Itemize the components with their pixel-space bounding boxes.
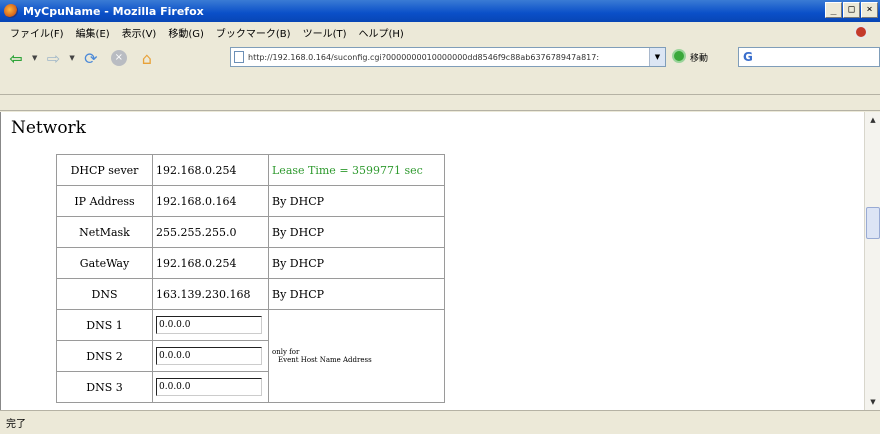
menu-view[interactable]: 表示(V) [116, 25, 163, 40]
window-titlebar: MyCpuName - Mozilla Firefox _ □ × [0, 0, 880, 22]
row-value: 192.168.0.254 [152, 154, 269, 186]
row-label: DNS [56, 278, 153, 310]
back-dropdown-icon[interactable]: ▼ [32, 54, 37, 62]
vertical-scrollbar[interactable]: ▲ ▼ [864, 112, 880, 410]
forward-dropdown-icon[interactable]: ▼ [69, 54, 74, 62]
window-controls: _ □ × [825, 2, 878, 18]
status-text: 完了 [6, 419, 26, 430]
window-title: MyCpuName - Mozilla Firefox [23, 4, 204, 18]
table-row: GateWay 192.168.0.254 By DHCP [56, 247, 445, 279]
dns1-input[interactable] [156, 316, 262, 334]
table-row: DNS 1 only for Event Host Name Address [56, 309, 445, 403]
url-bar[interactable]: http://192.168.0.164/suconfig.cgi?000000… [230, 47, 666, 67]
dns-note-cell: only for Event Host Name Address [268, 309, 445, 403]
row-note: By DHCP [268, 185, 445, 217]
network-table: DHCP sever 192.168.0.254 Lease Time = 35… [56, 154, 445, 403]
google-search-icon[interactable]: G [743, 50, 753, 64]
dns2-label: DNS 2 [56, 340, 153, 372]
dns-note-line2: Event Host Name Address [278, 356, 372, 364]
forward-arrow-icon[interactable]: ⇨ [41, 46, 65, 70]
row-note: By DHCP [268, 216, 445, 248]
firefox-icon [4, 4, 18, 18]
dns2-input[interactable] [156, 347, 262, 365]
tab-strip [0, 95, 880, 111]
minimize-button[interactable]: _ [825, 2, 842, 18]
row-label: NetMask [56, 216, 153, 248]
back-arrow-icon[interactable]: ⇦ [4, 46, 28, 70]
page-icon [234, 51, 244, 63]
bookmarks-toolbar [0, 74, 880, 94]
stop-icon: × [110, 50, 127, 66]
home-icon[interactable]: ⌂ [135, 46, 159, 70]
menu-file[interactable]: ファイル(F) [4, 25, 70, 40]
dns1-label: DNS 1 [56, 309, 153, 341]
scroll-down-icon[interactable]: ▼ [867, 396, 879, 408]
go-button-label[interactable]: 移動 [690, 51, 708, 64]
table-row: NetMask 255.255.255.0 By DHCP [56, 216, 445, 248]
page-content: Network DHCP sever 192.168.0.254 Lease T… [0, 112, 864, 410]
reload-icon[interactable]: ⟳ [79, 46, 103, 70]
table-row: IP Address 192.168.0.164 By DHCP [56, 185, 445, 217]
maximize-button[interactable]: □ [843, 2, 860, 18]
go-arrow-icon[interactable] [672, 49, 686, 63]
row-value: 192.168.0.164 [152, 185, 269, 217]
row-value: 255.255.255.0 [152, 216, 269, 248]
search-box[interactable]: G [738, 47, 880, 67]
menu-go[interactable]: 移動(G) [162, 25, 210, 40]
dns-note-line1: only for [272, 348, 300, 356]
menu-help[interactable]: ヘルプ(H) [353, 25, 410, 40]
dns3-label: DNS 3 [56, 371, 153, 403]
url-dropdown-icon[interactable]: ▼ [649, 48, 665, 66]
close-button[interactable]: × [861, 2, 878, 18]
table-row: DNS 163.139.230.168 By DHCP [56, 278, 445, 310]
row-note: By DHCP [268, 278, 445, 310]
table-row: DHCP sever 192.168.0.254 Lease Time = 35… [56, 154, 445, 186]
row-value: 192.168.0.254 [152, 247, 269, 279]
row-value: 163.139.230.168 [152, 278, 269, 310]
row-note: By DHCP [268, 247, 445, 279]
throbber-icon [854, 25, 868, 39]
status-bar: 完了 [0, 410, 880, 434]
lease-time-text: Lease Time = 3599771 sec [268, 154, 445, 186]
row-label: IP Address [56, 185, 153, 217]
menu-bar: ファイル(F) 編集(E) 表示(V) 移動(G) ブックマーク(B) ツール(… [0, 22, 880, 42]
scroll-thumb[interactable] [866, 207, 880, 239]
stop-button[interactable]: × [107, 46, 131, 70]
url-text[interactable]: http://192.168.0.164/suconfig.cgi?000000… [248, 53, 660, 62]
dns3-input[interactable] [156, 378, 262, 396]
menu-bookmarks[interactable]: ブックマーク(B) [210, 25, 297, 40]
menu-tools[interactable]: ツール(T) [297, 25, 353, 40]
scroll-up-icon[interactable]: ▲ [867, 114, 879, 126]
row-label: GateWay [56, 247, 153, 279]
page-title: Network [11, 118, 86, 138]
menu-edit[interactable]: 編集(E) [70, 25, 116, 40]
row-label: DHCP sever [56, 154, 153, 186]
